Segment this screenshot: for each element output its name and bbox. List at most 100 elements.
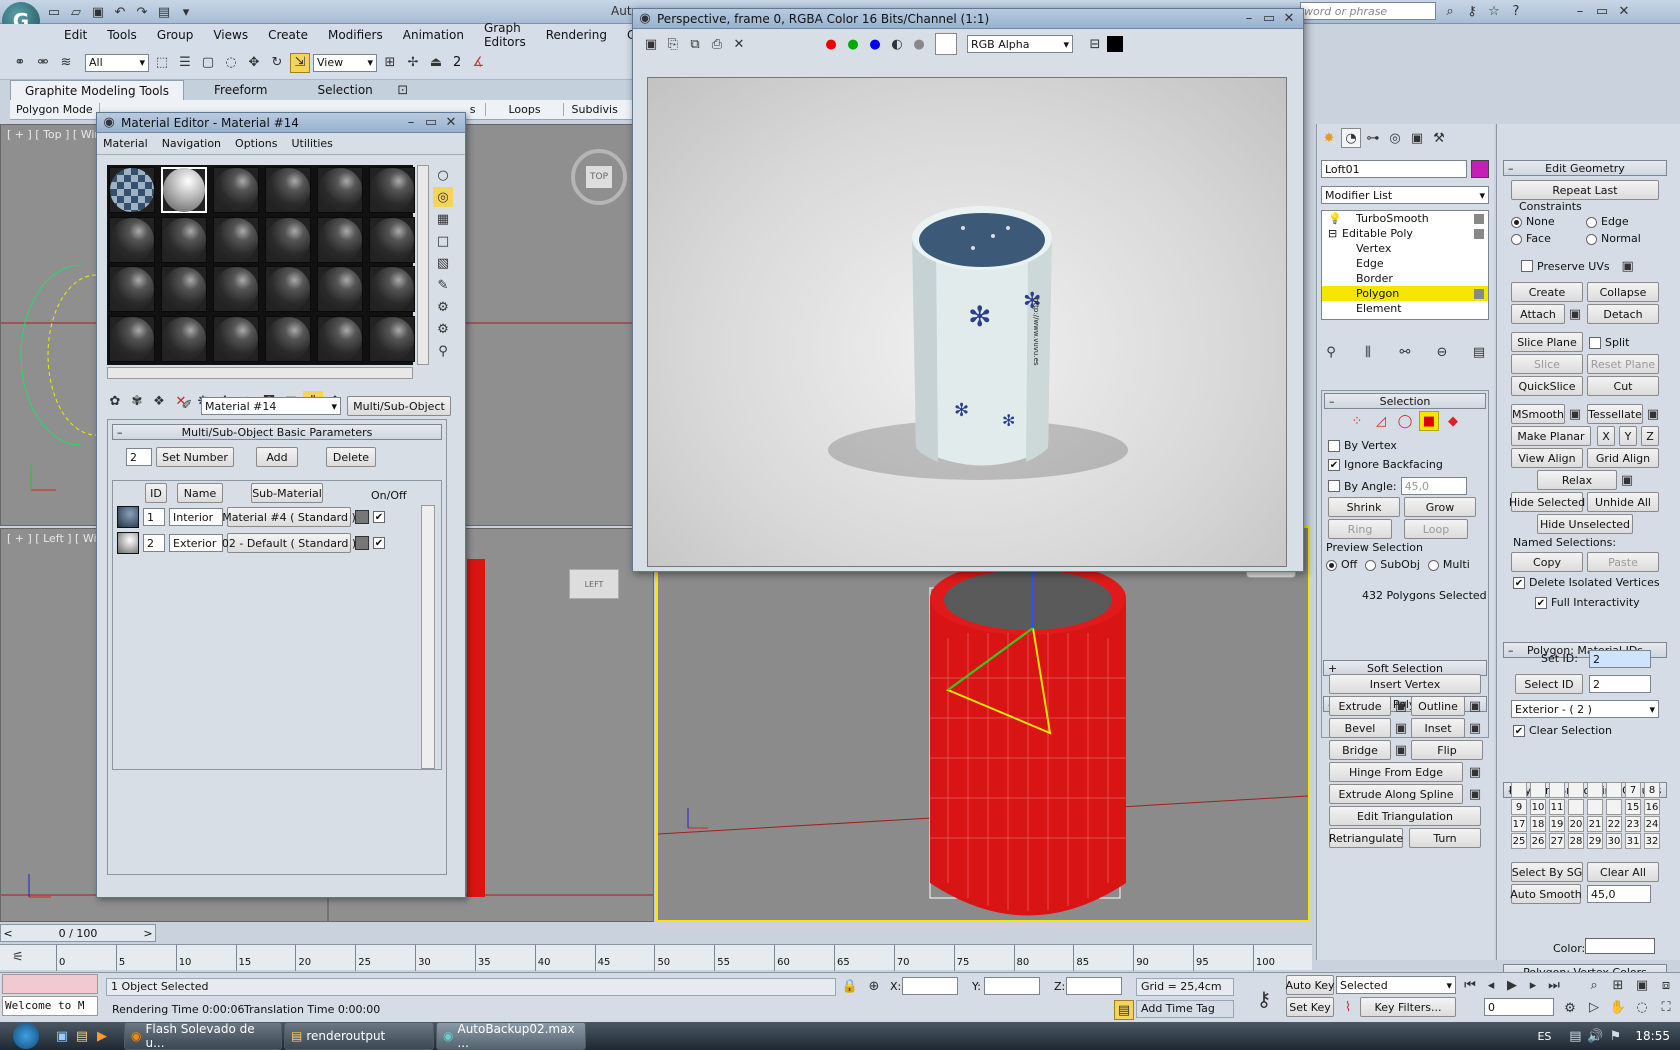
attach-settings-icon[interactable]: ▣	[1565, 304, 1585, 324]
sg-button[interactable]	[1606, 782, 1622, 798]
material-editor-maximize-icon[interactable]: ▭	[421, 113, 441, 133]
menu-views[interactable]: Views	[203, 28, 258, 42]
configure-sets-icon[interactable]: ▤	[1469, 342, 1489, 362]
y-coord-field[interactable]	[984, 977, 1040, 995]
red-channel-icon[interactable]: ●	[821, 34, 841, 54]
go-to-start-icon[interactable]: ⏮	[1460, 975, 1480, 995]
taskbar-item-renderoutput[interactable]: ▤ renderoutput	[284, 1022, 434, 1050]
undo-icon[interactable]: ↶	[110, 2, 130, 22]
media-player-icon[interactable]: ▶	[92, 1026, 112, 1046]
preview-subobj-radio[interactable]	[1365, 559, 1377, 571]
backlight-icon[interactable]: ◎	[433, 187, 453, 207]
split-checkbox[interactable]	[1589, 337, 1601, 349]
extrude-along-spline-button[interactable]: Extrude Along Spline	[1329, 784, 1463, 804]
uv-tiling-icon[interactable]: □	[433, 231, 453, 251]
make-unique-stack-icon[interactable]: ⚯	[1395, 342, 1415, 362]
create-tab-icon[interactable]: ✸	[1319, 128, 1339, 148]
stack-item-editable-poly[interactable]: ⊟ Editable Poly	[1322, 226, 1488, 241]
sub-material-on-checkbox[interactable]: ✔	[373, 537, 385, 549]
inset-button[interactable]: Inset	[1411, 718, 1465, 738]
options-icon[interactable]: ⚙	[433, 297, 453, 317]
current-frame-field[interactable]: 0	[1484, 998, 1554, 1016]
element-mode-icon[interactable]: ◆	[1443, 411, 1463, 431]
set-key-button[interactable]: Set Key	[1286, 997, 1334, 1017]
tab-graphite-modeling[interactable]: Graphite Modeling Tools	[10, 80, 185, 100]
sub-material-list-scrollbar[interactable]	[421, 505, 435, 769]
clear-all-button[interactable]: Clear All	[1587, 862, 1659, 882]
bevel-settings-icon[interactable]: ▣	[1391, 718, 1411, 738]
material-navigator-icon[interactable]: ⚲	[433, 341, 453, 361]
preview-multi-option[interactable]: Multi	[1427, 558, 1470, 571]
sub-material-swatch[interactable]	[117, 532, 139, 554]
delete-isolated-option[interactable]: ✔ Delete Isolated Vertices	[1513, 576, 1660, 589]
select-scale-icon[interactable]: ⇲	[290, 52, 310, 73]
time-slider-next-icon[interactable]: >	[141, 927, 155, 940]
minimize-icon[interactable]: –	[1570, 1, 1590, 21]
slice-plane-button[interactable]: Slice Plane	[1511, 332, 1583, 352]
shrink-button[interactable]: Shrink	[1328, 497, 1400, 517]
render-window-titlebar[interactable]: ◉ Perspective, frame 0, RGBA Color 16 Bi…	[633, 9, 1303, 29]
loop-button[interactable]: Loop	[1404, 519, 1468, 539]
dropdown-arrow-icon[interactable]: ▾	[176, 2, 196, 22]
sample-slot[interactable]	[265, 315, 311, 362]
time-config-icon[interactable]: ⚙	[1560, 998, 1580, 1018]
field-of-view-icon[interactable]: ▷	[1584, 997, 1604, 1017]
sample-slot[interactable]	[369, 216, 415, 263]
flag-tray-icon[interactable]: ⚑	[1605, 1026, 1625, 1046]
key-mode-dropdown[interactable]: Selected ▾	[1336, 976, 1456, 994]
blue-channel-icon[interactable]: ●	[865, 34, 885, 54]
constraint-none-radio[interactable]	[1511, 216, 1522, 228]
menu-edit[interactable]: Edit	[54, 28, 97, 42]
sample-type-icon[interactable]: ○	[433, 165, 453, 185]
sample-slot[interactable]	[213, 216, 259, 263]
sg-button[interactable]: 20	[1568, 816, 1584, 832]
copy-image-icon[interactable]: ⎘	[663, 34, 683, 54]
ribbon-options-icon[interactable]: ⊡	[393, 80, 413, 100]
sub-material-color-swatch[interactable]	[355, 510, 369, 524]
flip-button[interactable]: Flip	[1411, 740, 1483, 760]
redo-icon[interactable]: ↷	[132, 2, 152, 22]
manipulate-icon[interactable]: ✢	[403, 53, 423, 73]
hide-unselected-button[interactable]: Hide Unselected	[1537, 514, 1633, 534]
sg-button[interactable]: 9	[1511, 799, 1527, 815]
add-button[interactable]: Add	[256, 447, 298, 467]
object-color-swatch[interactable]	[1471, 160, 1489, 178]
edge-mode-icon[interactable]: ◿	[1371, 411, 1391, 431]
put-to-scene-icon[interactable]: ✾	[127, 391, 147, 411]
sg-button[interactable]: 27	[1549, 833, 1565, 849]
material-name-dropdown[interactable]: Material #14 ▾	[201, 397, 341, 415]
relax-settings-icon[interactable]: ▣	[1617, 470, 1637, 490]
quickslice-button[interactable]: QuickSlice	[1511, 376, 1583, 396]
preview-off-option[interactable]: Off	[1326, 558, 1357, 571]
ignore-backfacing-checkbox[interactable]: ✔	[1328, 459, 1340, 471]
planar-x-button[interactable]: X	[1597, 426, 1615, 446]
auto-smooth-button[interactable]: Auto Smooth	[1510, 884, 1582, 904]
material-id-dropdown[interactable]: Exterior - ( 2 ) ▾	[1511, 700, 1659, 718]
pin-stack-icon[interactable]: ⚲	[1321, 342, 1341, 362]
stack-item-edge[interactable]: Edge	[1322, 256, 1488, 271]
ignore-backfacing-option[interactable]: ✔ Ignore Backfacing	[1328, 458, 1443, 471]
inset-settings-icon[interactable]: ▣	[1465, 718, 1485, 738]
set-number-button[interactable]: Set Number	[156, 447, 234, 467]
attach-button[interactable]: Attach	[1511, 304, 1565, 324]
select-id-spinner[interactable]: 2	[1589, 675, 1651, 693]
sg-button[interactable]	[1511, 782, 1527, 798]
sg-button[interactable]: 28	[1568, 833, 1584, 849]
lock-selection-icon[interactable]: 🔒	[840, 976, 860, 996]
view-align-button[interactable]: View Align	[1511, 448, 1583, 468]
menu-create[interactable]: Create	[258, 28, 318, 42]
sg-button[interactable]: 22	[1606, 816, 1622, 832]
select-id-button[interactable]: Select ID	[1515, 674, 1583, 694]
sample-slots-scrollbar[interactable]	[417, 165, 429, 365]
show-desktop-icon[interactable]: ▣	[52, 1026, 72, 1046]
selection-rollout-header[interactable]: – Selection	[1324, 393, 1486, 409]
by-angle-option[interactable]: By Angle: 45,0	[1328, 477, 1467, 495]
sample-slot[interactable]	[265, 167, 311, 213]
select-move-icon[interactable]: ✥	[244, 53, 264, 73]
menu-animation[interactable]: Animation	[393, 28, 474, 42]
relax-button[interactable]: Relax	[1537, 470, 1617, 490]
subtab-loops[interactable]: Loops	[486, 103, 564, 116]
sample-slot-active[interactable]	[161, 167, 207, 213]
delete-button[interactable]: Delete	[326, 447, 376, 467]
sample-slot[interactable]	[369, 167, 415, 213]
